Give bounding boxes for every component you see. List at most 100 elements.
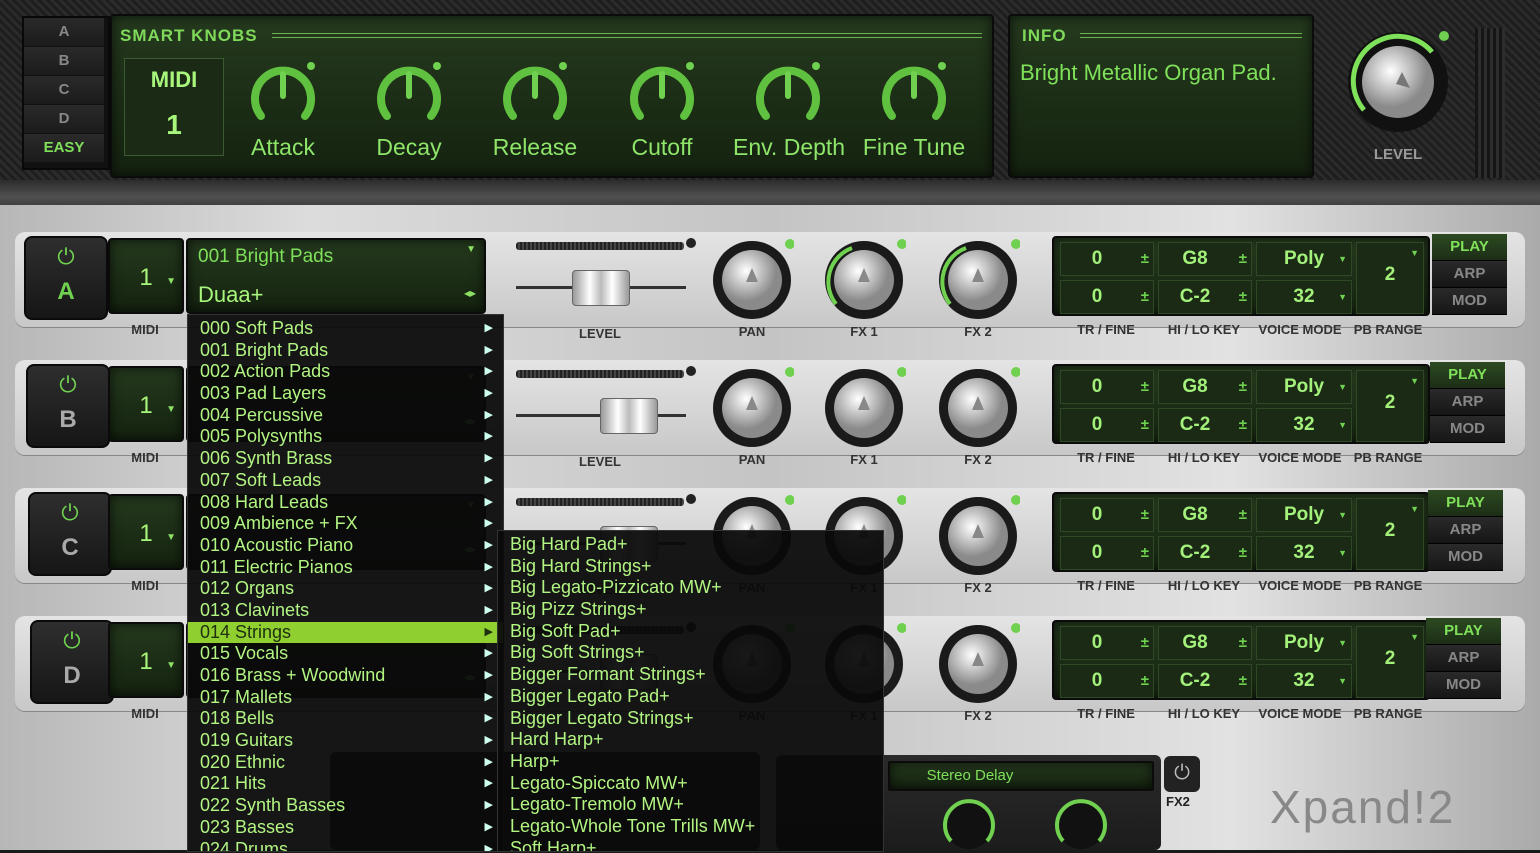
part-fx2-knob[interactable]: [936, 622, 1021, 706]
part-transpose[interactable]: 0 ±: [1060, 370, 1154, 404]
category-menu-item[interactable]: 020 Ethnic ▶: [188, 752, 503, 774]
part-transpose[interactable]: 0 ±: [1060, 242, 1154, 276]
part-power-d[interactable]: ⏻ D: [30, 620, 114, 704]
smart-knob-decay[interactable]: Decay: [354, 56, 464, 196]
preset-menu-item[interactable]: Bigger Legato Strings+: [498, 708, 883, 730]
mode-mod-button[interactable]: MOD: [1430, 416, 1505, 443]
plus-minus-icon[interactable]: ±: [1141, 243, 1149, 275]
category-menu-item[interactable]: 004 Percussive ▶: [188, 405, 503, 427]
part-transpose[interactable]: 0 ±: [1060, 626, 1154, 660]
category-menu-item[interactable]: 008 Hard Leads ▶: [188, 492, 503, 514]
plus-minus-icon[interactable]: ±: [1141, 499, 1149, 531]
part-fine-tune[interactable]: 0 ±: [1060, 664, 1154, 698]
category-menu-item[interactable]: 012 Organs ▶: [188, 578, 503, 600]
bank-tab-c[interactable]: C: [24, 76, 104, 105]
part-midi-channel[interactable]: 1 ▼: [108, 238, 184, 314]
plus-minus-icon[interactable]: ±: [1239, 371, 1247, 403]
preset-menu-item[interactable]: Big Pizz Strings+: [498, 599, 883, 621]
category-menu-item[interactable]: 002 Action Pads ▶: [188, 361, 503, 383]
category-menu-item[interactable]: 006 Synth Brass ▶: [188, 448, 503, 470]
bank-tab-a[interactable]: A: [24, 18, 104, 47]
part-pb-range[interactable]: 2 ▼: [1356, 242, 1424, 314]
part-lo-key[interactable]: C-2 ±: [1158, 664, 1252, 698]
mode-play-button[interactable]: PLAY: [1432, 234, 1507, 261]
fx2-power-button[interactable]: ⏻: [1164, 756, 1200, 792]
plus-minus-icon[interactable]: ±: [1141, 371, 1149, 403]
preset-menu-item[interactable]: Bigger Legato Pad+: [498, 686, 883, 708]
part-pb-range[interactable]: 2 ▼: [1356, 370, 1424, 442]
category-menu-item[interactable]: 005 Polysynths ▶: [188, 426, 503, 448]
category-menu-item[interactable]: 003 Pad Layers ▶: [188, 383, 503, 405]
part-midi-channel[interactable]: 1 ▼: [108, 366, 184, 442]
part-fx2-knob[interactable]: [936, 494, 1021, 578]
category-menu-item[interactable]: 022 Synth Basses ▶: [188, 795, 503, 817]
plus-minus-icon[interactable]: ±: [1141, 665, 1149, 697]
part-voice-mode[interactable]: Poly ▼: [1256, 626, 1352, 660]
plus-minus-icon[interactable]: ±: [1239, 281, 1247, 313]
part-transpose[interactable]: 0 ±: [1060, 498, 1154, 532]
bank-tab-b[interactable]: B: [24, 47, 104, 76]
category-menu-item[interactable]: 010 Acoustic Piano ▶: [188, 535, 503, 557]
plus-minus-icon[interactable]: ±: [1141, 627, 1149, 659]
preset-menu-item[interactable]: Big Hard Pad+: [498, 534, 883, 556]
preset-menu-item[interactable]: Legato-Whole Tone Trills MW+: [498, 816, 883, 838]
plus-minus-icon[interactable]: ±: [1239, 409, 1247, 441]
plus-minus-icon[interactable]: ±: [1141, 537, 1149, 569]
plus-minus-icon[interactable]: ±: [1141, 409, 1149, 441]
part-pb-range[interactable]: 2 ▼: [1356, 626, 1424, 698]
category-menu-item[interactable]: 011 Electric Pianos ▶: [188, 557, 503, 579]
category-menu-item[interactable]: 017 Mallets ▶: [188, 687, 503, 709]
plus-minus-icon[interactable]: ±: [1239, 537, 1247, 569]
plus-minus-icon[interactable]: ±: [1141, 281, 1149, 313]
part-hi-key[interactable]: G8 ±: [1158, 498, 1252, 532]
mode-play-button[interactable]: PLAY: [1426, 618, 1501, 645]
category-menu-item[interactable]: 009 Ambience + FX ▶: [188, 513, 503, 535]
part-hi-key[interactable]: G8 ±: [1158, 370, 1252, 404]
slider-handle[interactable]: [600, 398, 658, 434]
smart-knob-env-depth[interactable]: Env. Depth: [733, 56, 845, 196]
category-menu-item[interactable]: 021 Hits ▶: [188, 773, 503, 795]
part-fine-tune[interactable]: 0 ±: [1060, 536, 1154, 570]
plus-minus-icon[interactable]: ±: [1239, 499, 1247, 531]
stereo-delay-display[interactable]: Stereo Delay: [888, 761, 1154, 791]
category-menu-item[interactable]: 007 Soft Leads ▶: [188, 470, 503, 492]
plus-minus-icon[interactable]: ±: [1239, 627, 1247, 659]
part-voice-mode[interactable]: Poly ▼: [1256, 498, 1352, 532]
part-voice-count[interactable]: 32 ▼: [1256, 280, 1352, 314]
bank-tab-easy[interactable]: EASY: [24, 134, 104, 163]
part-preset-display[interactable]: 001 Bright Pads Duaa+ ▼ ◂▸: [186, 238, 486, 314]
mode-mod-button[interactable]: MOD: [1432, 288, 1507, 315]
preset-menu-item[interactable]: Big Soft Strings+: [498, 642, 883, 664]
part-power-b[interactable]: ⏻ B: [26, 364, 110, 448]
part-fine-tune[interactable]: 0 ±: [1060, 408, 1154, 442]
part-voice-mode[interactable]: Poly ▼: [1256, 242, 1352, 276]
mode-mod-button[interactable]: MOD: [1428, 544, 1503, 571]
mode-arp-button[interactable]: ARP: [1428, 517, 1503, 544]
smart-knob-attack[interactable]: Attack: [228, 56, 338, 196]
part-fx1-knob[interactable]: [822, 366, 907, 450]
part-fx1-knob[interactable]: [822, 238, 907, 322]
smart-knob-cutoff[interactable]: Cutoff: [607, 56, 717, 196]
category-menu-item[interactable]: 014 Strings ▶: [188, 621, 503, 644]
category-menu-item[interactable]: 023 Basses ▶: [188, 817, 503, 839]
category-menu-item[interactable]: 016 Brass + Woodwind ▶: [188, 665, 503, 687]
smart-knob-release[interactable]: Release: [480, 56, 590, 196]
part-power-a[interactable]: ⏻ A: [24, 236, 108, 320]
preset-menu-item[interactable]: Bigger Formant Strings+: [498, 664, 883, 686]
preset-menu-item[interactable]: Hard Harp+: [498, 729, 883, 751]
mode-arp-button[interactable]: ARP: [1430, 389, 1505, 416]
midi-box[interactable]: MIDI 1: [124, 58, 224, 156]
bank-tab-d[interactable]: D: [24, 105, 104, 134]
plus-minus-icon[interactable]: ±: [1239, 665, 1247, 697]
category-menu-item[interactable]: 013 Clavinets ▶: [188, 600, 503, 622]
preset-menu-item[interactable]: Legato-Spiccato MW+: [498, 773, 883, 795]
part-pb-range[interactable]: 2 ▼: [1356, 498, 1424, 570]
master-level-knob[interactable]: [1344, 28, 1452, 136]
part-pan-knob[interactable]: [710, 238, 795, 322]
mode-play-button[interactable]: PLAY: [1428, 490, 1503, 517]
plus-minus-icon[interactable]: ±: [1239, 243, 1247, 275]
part-midi-channel[interactable]: 1 ▼: [108, 494, 184, 570]
preset-menu-item[interactable]: Harp+: [498, 751, 883, 773]
mode-play-button[interactable]: PLAY: [1430, 362, 1505, 389]
part-voice-count[interactable]: 32 ▼: [1256, 408, 1352, 442]
